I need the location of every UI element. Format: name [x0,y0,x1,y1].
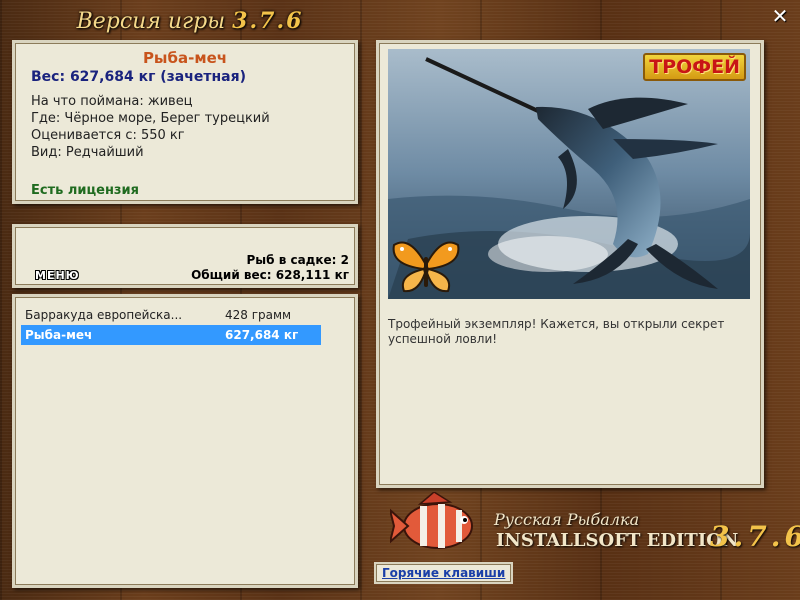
window-title: Версия игры 3.7.6 [0,8,380,34]
close-icon: ✕ [771,4,789,28]
brand-edition: INSTALLSOFT EDITION [496,530,739,551]
trophy-badge: ТРОФЕЙ [643,53,746,81]
list-item-weight: 428 грамм [225,308,292,322]
total-weight: Общий вес: 628,111 кг [191,268,349,282]
close-button[interactable]: ✕ [770,6,790,26]
fish-rarity: Вид: Редчайший [31,145,144,160]
catch-description: Трофейный экземпляр! Кажется, вы открыли… [388,317,725,346]
brand-title: Русская Рыбалка [494,510,640,529]
list-item-selected[interactable]: Рыба-меч 627,684 кг [21,325,321,345]
fish-weight: Вес: 627,684 кг (зачетная) [31,69,246,85]
fish-location: Где: Чёрное море, Берег турецкий [31,111,270,126]
keepnet-stats-panel: МЕНЮ Рыб в садке: 2 Общий вес: 628,111 к… [12,224,358,288]
title-version: 3.7.6 [232,8,304,34]
swordfish-photo: ТРОФЕЙ [388,49,750,299]
list-item-weight: 627,684 кг [225,328,299,342]
hotkeys-link[interactable]: Горячие клавиши [374,562,514,584]
fish-count: Рыб в садке: 2 [246,253,350,267]
fish-bait: На что поймана: живец [31,94,193,109]
list-item[interactable]: Барракуда европейска... 428 грамм [21,305,321,325]
license-status: Есть лицензия [31,183,139,198]
title-prefix: Версия игры [76,9,226,34]
fish-logo-icon [390,492,473,549]
fish-info-panel: Рыба-меч Вес: 627,684 кг (зачетная) На ч… [12,40,358,204]
menu-button[interactable]: МЕНЮ [35,269,80,282]
brand-version: 3.7.6 [710,520,800,553]
list-item-name: Рыба-меч [25,328,93,342]
list-item-name: Барракуда европейска... [25,308,183,322]
butterfly-icon [392,241,460,293]
fish-picture-panel: ТРОФЕЙ Трофейный экземпляр! Кажется, вы … [376,40,764,488]
fish-value: Оценивается с: 550 кг [31,128,185,143]
catch-list: Барракуда европейска... 428 грамм Рыба-м… [12,294,358,588]
fish-name: Рыба-меч [142,49,228,67]
